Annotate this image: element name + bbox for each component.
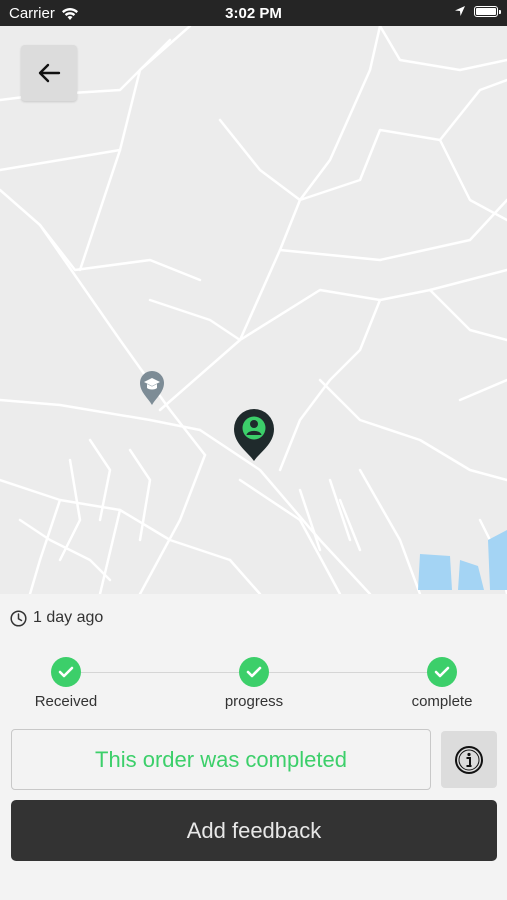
battery-icon [474, 5, 501, 17]
check-icon [51, 657, 81, 687]
step-received: Received [6, 657, 126, 710]
education-pin[interactable] [139, 370, 165, 411]
check-icon [427, 657, 457, 687]
add-feedback-button[interactable]: Add feedback [11, 800, 497, 861]
clock: 3:02 PM [225, 5, 282, 22]
clock-icon [10, 609, 27, 627]
check-icon [239, 657, 269, 687]
map-roads [0, 26, 507, 594]
order-status-message: This order was completed [11, 729, 431, 790]
info-icon [455, 745, 483, 774]
time-ago-label: 1 day ago [33, 609, 104, 626]
location-arrow-icon [455, 6, 465, 16]
step-label: progress [224, 693, 284, 710]
step-label: complete [411, 693, 473, 710]
status-bar: Carrier 3:02 PM [0, 0, 507, 26]
info-button[interactable] [441, 731, 497, 788]
step-complete: complete [382, 657, 502, 710]
order-time: 1 day ago [10, 609, 103, 627]
order-progress: Received progress complete [0, 655, 507, 715]
graduation-cap-icon [140, 371, 164, 405]
person-icon [234, 409, 274, 461]
back-button[interactable] [21, 45, 77, 101]
step-label: Received [34, 693, 98, 710]
arrow-left-icon [38, 63, 61, 83]
map-view[interactable] [0, 26, 507, 594]
user-location-pin[interactable] [232, 408, 276, 467]
step-progress: progress [194, 657, 314, 710]
